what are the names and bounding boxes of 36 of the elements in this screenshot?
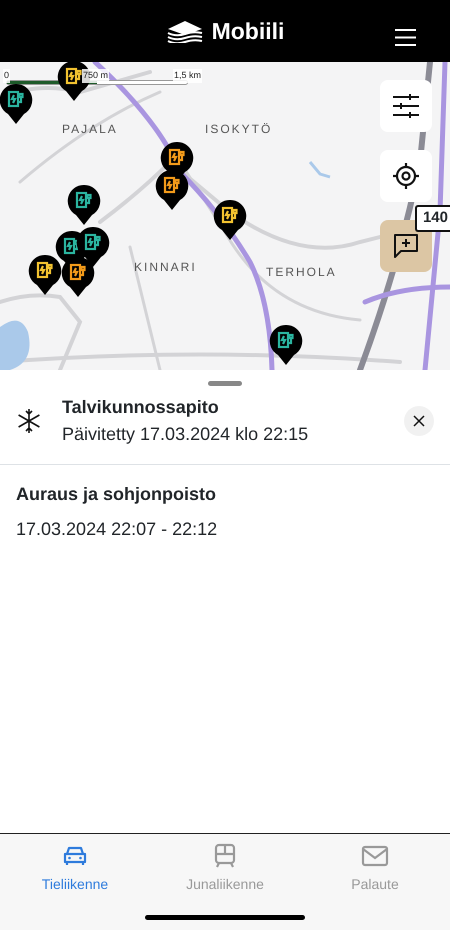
crosshair-icon bbox=[392, 162, 420, 190]
place-label: PAJALA bbox=[62, 121, 118, 138]
charging-station-marker[interactable] bbox=[67, 184, 101, 226]
charging-station-marker[interactable] bbox=[155, 169, 189, 211]
scale-label: 1,5 km bbox=[173, 69, 202, 82]
sheet-title: Talvikunnossapito bbox=[62, 396, 220, 419]
updated-text: Päivitetty 17.03.2024 klo 22:15 bbox=[62, 423, 310, 446]
place-label: ISOKYTÖ bbox=[205, 121, 272, 138]
drag-handle[interactable] bbox=[208, 381, 242, 386]
sliders-icon bbox=[392, 92, 420, 120]
close-icon bbox=[413, 415, 425, 427]
pond-shape bbox=[308, 161, 330, 178]
scale-label: 0 bbox=[3, 69, 10, 82]
scale-label: 750 m bbox=[82, 69, 110, 82]
charging-station-marker[interactable] bbox=[28, 254, 62, 296]
logo-icon bbox=[166, 19, 204, 43]
app-title: Mobiili bbox=[212, 16, 284, 46]
close-button[interactable] bbox=[404, 406, 434, 436]
tab-button[interactable]: Junaliikenne bbox=[150, 834, 300, 930]
filter-button[interactable] bbox=[380, 80, 432, 132]
place-label: KINNARI bbox=[134, 259, 197, 276]
charging-station-marker[interactable] bbox=[0, 83, 33, 125]
locate-button[interactable] bbox=[380, 150, 432, 202]
snowflake-icon bbox=[16, 408, 42, 434]
charging-station-marker[interactable] bbox=[213, 199, 247, 241]
entry-title: Auraus ja sohjonpoisto bbox=[16, 483, 218, 506]
charging-station-marker[interactable] bbox=[61, 256, 95, 298]
chat-plus-icon bbox=[392, 232, 420, 260]
tab-button[interactable]: Palaute bbox=[300, 834, 450, 930]
place-label: TERHOLA bbox=[266, 264, 337, 281]
menu-icon[interactable] bbox=[395, 29, 416, 46]
charging-station-marker[interactable] bbox=[269, 324, 303, 366]
tab-button[interactable]: Tieliikenne bbox=[0, 834, 150, 930]
lake-shape bbox=[0, 320, 30, 370]
road-number-sign: 140 bbox=[414, 205, 450, 232]
entry-time: 17.03.2024 22:07 - 22:12 bbox=[16, 518, 218, 541]
